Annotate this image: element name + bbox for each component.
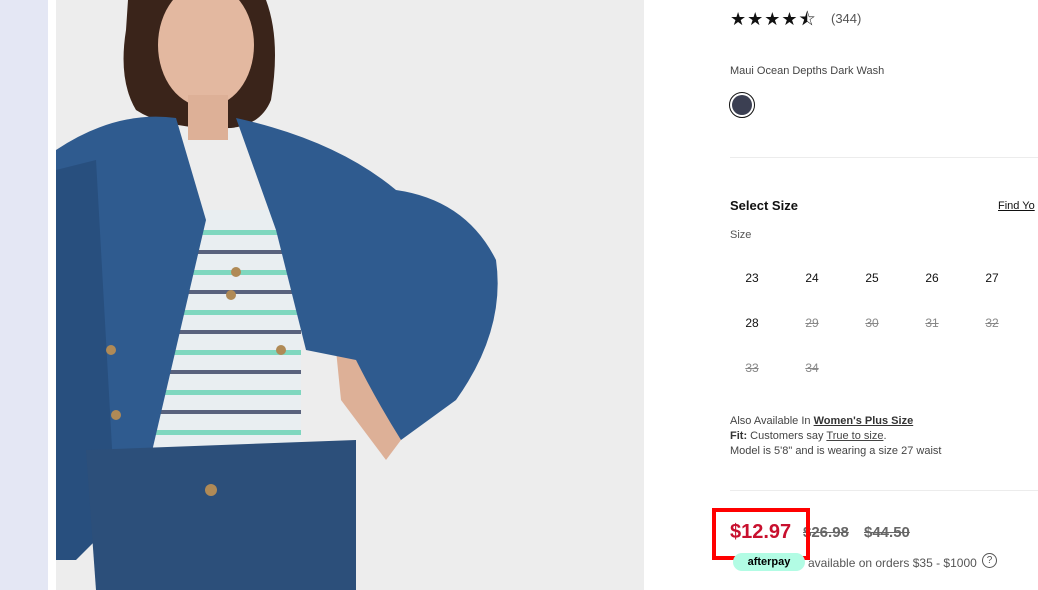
product-image[interactable]: [56, 0, 644, 590]
model-info: Model is 5'8" and is wearing a size 27 w…: [730, 445, 942, 457]
fit-text: Customers say: [747, 430, 827, 442]
fit-suffix: .: [883, 430, 887, 442]
select-size-heading: Select Size: [730, 198, 798, 213]
rating-stars[interactable]: ★ ★ ★ ★ ⯪: [730, 10, 816, 30]
left-sidebar-strip: [0, 0, 48, 590]
size-option-30-unavailable[interactable]: 30: [850, 313, 894, 333]
color-name: Maui Ocean Depths Dark Wash: [730, 65, 885, 77]
size-label: Size: [730, 229, 752, 241]
model-photo-illustration: [56, 0, 644, 590]
size-option-25[interactable]: 25: [850, 268, 894, 288]
size-option-26[interactable]: 26: [910, 268, 954, 288]
size-option-33-unavailable[interactable]: 33: [730, 358, 774, 378]
gutter: [48, 0, 56, 590]
review-count[interactable]: (344): [831, 11, 861, 26]
size-option-27[interactable]: 27: [970, 268, 1014, 288]
star-icon: ★: [781, 9, 798, 30]
also-available-line: Also Available In Women's Plus Size: [730, 415, 913, 427]
star-icon: ★: [730, 9, 747, 30]
original-price: $44.50: [864, 524, 910, 541]
star-icon: ★: [747, 9, 764, 30]
fit-label: Fit:: [730, 430, 748, 442]
product-details-panel: [644, 0, 1038, 590]
also-available-text: Also Available In: [730, 415, 814, 427]
size-option-31-unavailable[interactable]: 31: [910, 313, 954, 333]
find-your-size-link[interactable]: Find Yo: [998, 200, 1035, 212]
divider: [730, 157, 1038, 158]
help-icon[interactable]: ?: [982, 553, 997, 568]
fit-line: Fit: Customers say True to size.: [730, 430, 887, 442]
size-option-32-unavailable[interactable]: 32: [970, 313, 1014, 333]
color-swatch: [732, 95, 752, 115]
plus-size-link[interactable]: Women's Plus Size: [814, 415, 914, 427]
afterpay-logo: afterpay: [733, 553, 805, 571]
color-swatch-selected[interactable]: [729, 92, 755, 118]
true-to-size-link[interactable]: True to size: [826, 430, 883, 442]
divider: [730, 490, 1038, 491]
size-option-34-unavailable[interactable]: 34: [790, 358, 834, 378]
half-star-icon: ⯪: [798, 9, 816, 30]
size-option-23[interactable]: 23: [730, 268, 774, 288]
size-option-28[interactable]: 28: [730, 313, 774, 333]
size-option-24[interactable]: 24: [790, 268, 834, 288]
star-icon: ★: [764, 9, 781, 30]
size-option-29-unavailable[interactable]: 29: [790, 313, 834, 333]
afterpay-text: available on orders $35 - $1000: [808, 556, 977, 570]
